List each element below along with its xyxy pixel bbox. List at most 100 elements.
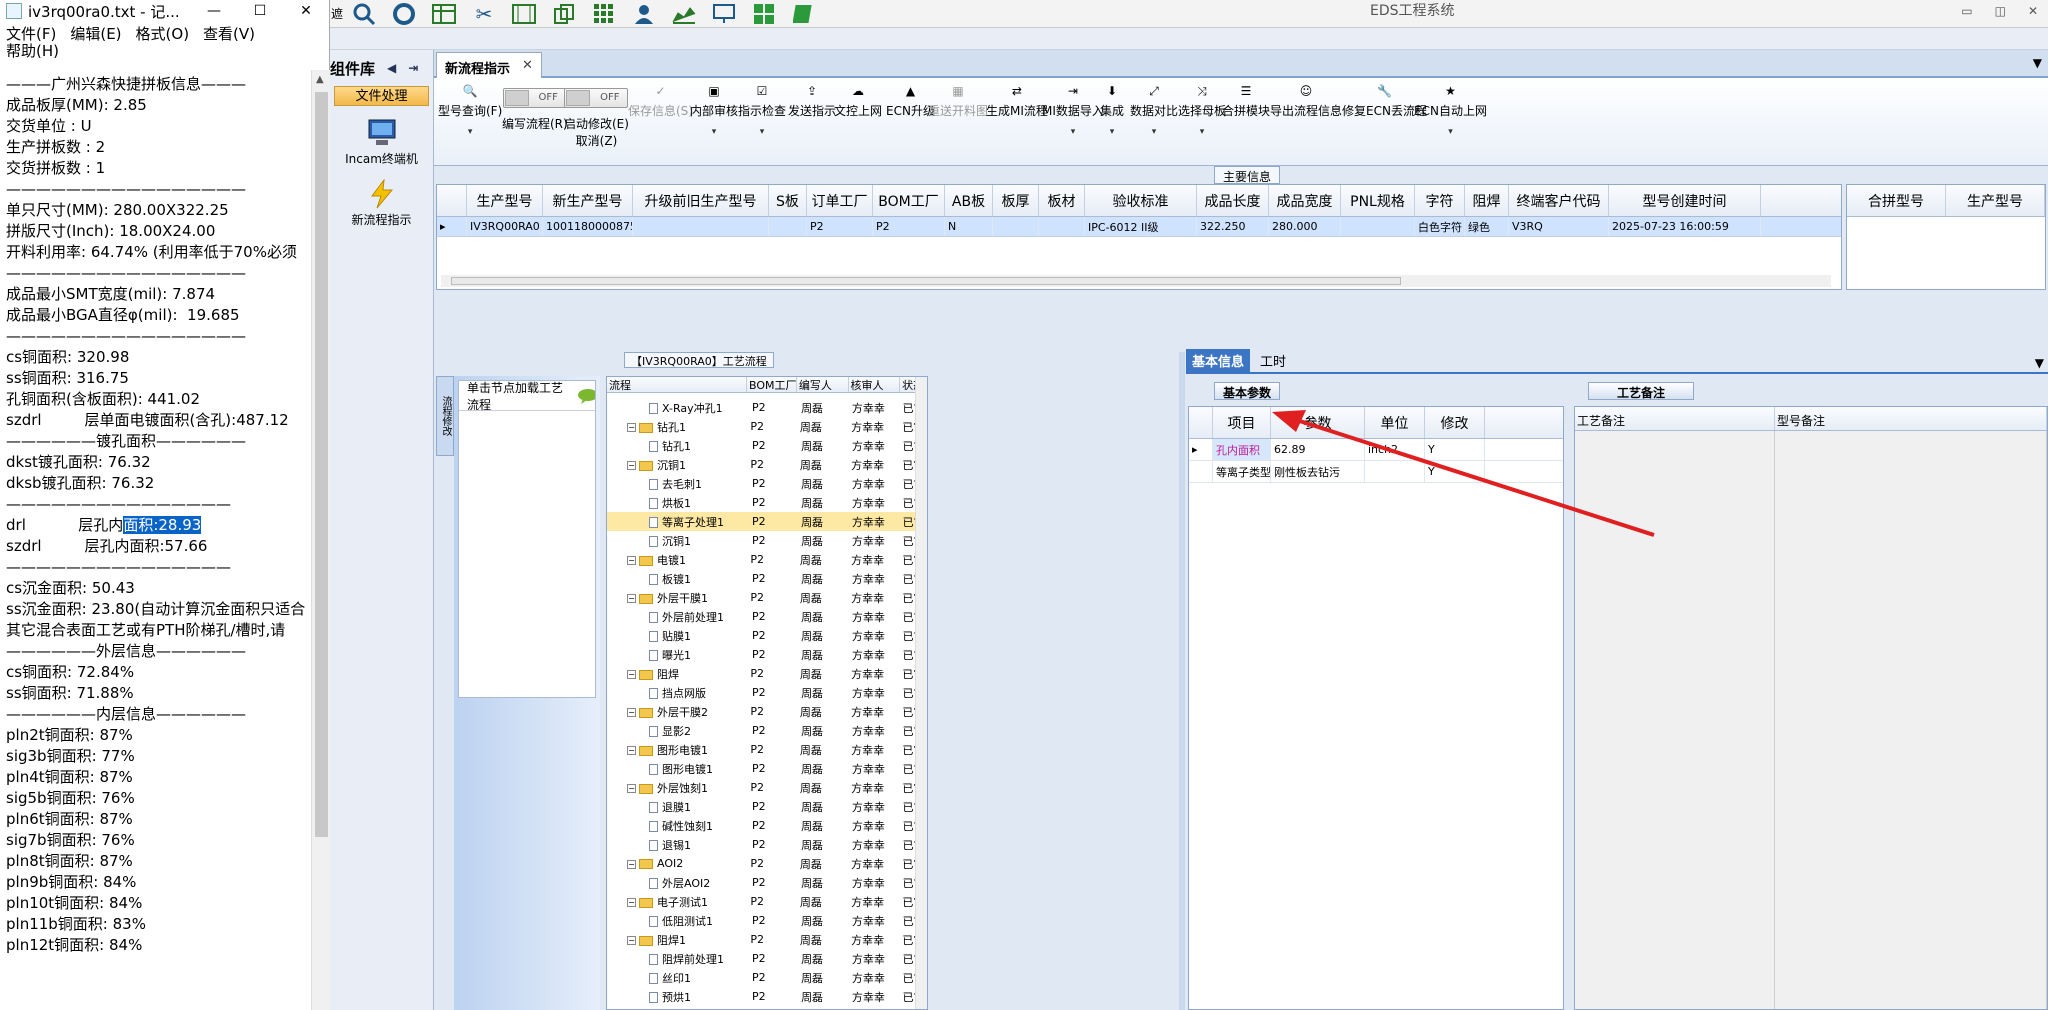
minimize-icon[interactable]: — xyxy=(191,3,237,19)
tree-node[interactable]: − 电镀1 xyxy=(607,552,748,568)
tree-row[interactable]: 丝印1P2周磊方幸幸已审核 xyxy=(607,968,927,987)
scissors-icon[interactable]: ✂ xyxy=(464,0,504,28)
ribbon-button[interactable]: ☺ 导出流程信息 xyxy=(1270,84,1342,119)
tree-row[interactable]: 挡点网版P2周磊方幸幸已审核 xyxy=(607,683,927,702)
minimize-icon[interactable]: ▭ xyxy=(1961,4,1972,18)
book-icon[interactable] xyxy=(784,0,824,28)
table-icon[interactable] xyxy=(424,0,464,28)
tree-row[interactable]: 图形电镀1P2周磊方幸幸已审核 xyxy=(607,759,927,778)
collapse-icon[interactable]: − xyxy=(627,784,636,793)
ribbon-button[interactable]: ✓ 保存信息(S) xyxy=(628,84,693,119)
ribbon-button[interactable]: ⇄ 生成MI流程 xyxy=(986,84,1048,119)
tab-basic-info[interactable]: 基本信息 xyxy=(1186,349,1251,372)
tree-node[interactable]: 板镀1 xyxy=(607,571,750,587)
collapse-icon[interactable]: − xyxy=(627,594,636,603)
tree-node[interactable]: 曝光1 xyxy=(607,647,750,663)
tree-node[interactable]: − 沉铜1 xyxy=(607,457,748,473)
column-header[interactable]: 单位 xyxy=(1365,407,1425,438)
ribbon-button[interactable]: ★ ECN自动上网 ▾ xyxy=(1414,84,1487,137)
vertical-scrollbar[interactable] xyxy=(915,377,927,1009)
dropdown-arrow-icon[interactable]: ▾ xyxy=(738,127,786,137)
process-remark-field[interactable] xyxy=(1575,431,1775,1009)
scroll-up-icon[interactable]: ▲ xyxy=(316,74,324,85)
tree-node[interactable]: 图形电镀1 xyxy=(607,761,750,777)
tree-node[interactable]: 外层前处理1 xyxy=(607,609,750,625)
ribbon-button[interactable]: OFF 启动修改(E) 取消(Z) xyxy=(564,84,629,149)
tab-new-flow[interactable]: 新流程指示 ✕ xyxy=(436,52,542,78)
column-header[interactable]: 终端客户代码 xyxy=(1509,185,1609,216)
collapse-icon[interactable]: − xyxy=(627,746,636,755)
tree-row[interactable]: 板镀1P2周磊方幸幸已审核 xyxy=(607,569,927,588)
column-header[interactable]: 新生产型号 xyxy=(543,185,633,216)
tree-row[interactable]: −电镀1P2周磊方幸幸已审核 xyxy=(607,550,927,569)
notepad-text-area[interactable]: ———广州兴森快捷拼板信息——— 成品板厚(MM): 2.85 交货单位 : U 生产… xyxy=(0,74,310,1010)
user-icon[interactable] xyxy=(624,0,664,28)
tree-row[interactable]: −AOI2P2周磊方幸幸已审核 xyxy=(607,854,927,873)
tree-row[interactable]: −钻孔1P2周磊方幸幸已审核 xyxy=(607,417,927,436)
tree-node[interactable]: 挡点网版 xyxy=(607,685,750,701)
windows-icon[interactable] xyxy=(744,0,784,28)
column-header[interactable]: 参数 xyxy=(1271,407,1365,438)
section-file-processing[interactable]: 文件处理 xyxy=(334,86,429,106)
tree-row[interactable]: −外层干膜2P2周磊方幸幸已审核 xyxy=(607,702,927,721)
tree-row[interactable]: −图形电镀1P2周磊方幸幸已审核 xyxy=(607,740,927,759)
tree-row[interactable]: 贴膜1P2周磊方幸幸已审核 xyxy=(607,626,927,645)
dropdown-arrow-icon[interactable]: ▾ xyxy=(690,127,738,137)
column-header[interactable]: 合拼型号 xyxy=(1847,185,1946,216)
column-header[interactable]: 板厚 xyxy=(993,185,1039,216)
tree-row[interactable]: −阻焊1P2周磊方幸幸已审核 xyxy=(607,930,927,949)
dropdown-arrow-icon[interactable]: ▾ xyxy=(438,127,502,137)
search-icon[interactable] xyxy=(344,0,384,28)
tree-row[interactable]: 钻孔1P2周磊方幸幸已审核 xyxy=(607,436,927,455)
flow-load-header[interactable]: 单击节点加载工艺流程 xyxy=(459,381,595,412)
scrollbar-thumb[interactable] xyxy=(315,92,328,837)
column-header[interactable]: 核审人 xyxy=(849,377,901,392)
tree-node[interactable]: − 钻孔1 xyxy=(607,419,748,435)
chevron-down-icon[interactable]: ▼ xyxy=(2033,56,2042,70)
tree-node[interactable]: 预烘1 xyxy=(607,989,750,1005)
column-header[interactable]: 订单工厂 xyxy=(807,185,873,216)
column-header[interactable]: 验收标准 xyxy=(1085,185,1197,216)
tree-node[interactable]: − AOI2 xyxy=(607,857,748,870)
table-row[interactable]: ▸IV3RQ00RA010011800008756P2P2NIPC-6012 I… xyxy=(437,217,1841,237)
ribbon-button[interactable]: ⬇ 集成 ▾ xyxy=(1100,84,1124,137)
horizontal-scrollbar[interactable] xyxy=(441,275,1831,287)
param-cell-value[interactable]: 62.89 xyxy=(1271,439,1365,460)
dropdown-arrow-icon[interactable]: ▾ xyxy=(1100,127,1124,137)
lifebuoy-icon[interactable] xyxy=(384,0,424,28)
tree-row[interactable]: 低阻测试1P2周磊方幸幸已审核 xyxy=(607,911,927,930)
close-icon[interactable]: ✕ xyxy=(283,3,329,19)
new-flow-item[interactable]: 新流程指示 xyxy=(330,179,433,228)
tree-row[interactable]: 去毛刺1P2周磊方幸幸已审核 xyxy=(607,474,927,493)
monitor-icon[interactable] xyxy=(704,0,744,28)
collapse-icon[interactable]: − xyxy=(627,859,636,869)
tree-node[interactable]: 阻焊前处理1 xyxy=(607,951,750,967)
column-header[interactable]: 板材 xyxy=(1039,185,1085,216)
tree-node[interactable]: 低阻测试1 xyxy=(607,913,750,929)
param-row[interactable]: ▸ 孔内面积 62.89 inch2 Y xyxy=(1189,439,1563,461)
tree-row[interactable]: −外层蚀刻1P2周磊方幸幸已审核 xyxy=(607,778,927,797)
film-icon[interactable] xyxy=(504,0,544,28)
tree-node[interactable]: − 电子测试1 xyxy=(607,894,748,910)
tree-row[interactable]: 沉铜1P2周磊方幸幸已审核 xyxy=(607,531,927,550)
column-header[interactable]: PNL规格 xyxy=(1341,185,1415,216)
chevron-down-icon[interactable]: ▼ xyxy=(2035,356,2044,370)
tree-row[interactable]: 曝光1P2周磊方幸幸已审核 xyxy=(607,1006,927,1009)
maximize-icon[interactable]: ☐ xyxy=(237,3,283,19)
collapse-icon[interactable]: − xyxy=(627,670,636,679)
column-header[interactable]: 成品长度 xyxy=(1197,185,1269,216)
notepad-scrollbar[interactable]: ▲ xyxy=(311,70,330,1010)
ribbon-button[interactable]: OFF 编写流程(R) xyxy=(502,84,568,132)
menu-format[interactable]: 格式(O) xyxy=(136,26,190,43)
column-header[interactable]: 编写人 xyxy=(797,377,849,392)
tree-row[interactable]: 显影2P2周磊方幸幸已审核 xyxy=(607,721,927,740)
tree-row[interactable]: 烘板1P2周磊方幸幸已审核 xyxy=(607,493,927,512)
tree-row[interactable]: −沉铜1P2周磊方幸幸已审核 xyxy=(607,455,927,474)
tree-row[interactable]: −外层干膜1P2周磊方幸幸已审核 xyxy=(607,588,927,607)
toggle-switch[interactable]: OFF xyxy=(564,88,629,108)
tree-node[interactable]: X-Ray冲孔1 xyxy=(607,400,750,416)
column-header[interactable]: 升级前旧生产型号 xyxy=(633,185,769,216)
tree-node[interactable]: 钻孔1 xyxy=(607,438,750,454)
menu-view[interactable]: 查看(V) xyxy=(203,26,255,43)
column-header[interactable]: 型号创建时间 xyxy=(1609,185,1761,216)
